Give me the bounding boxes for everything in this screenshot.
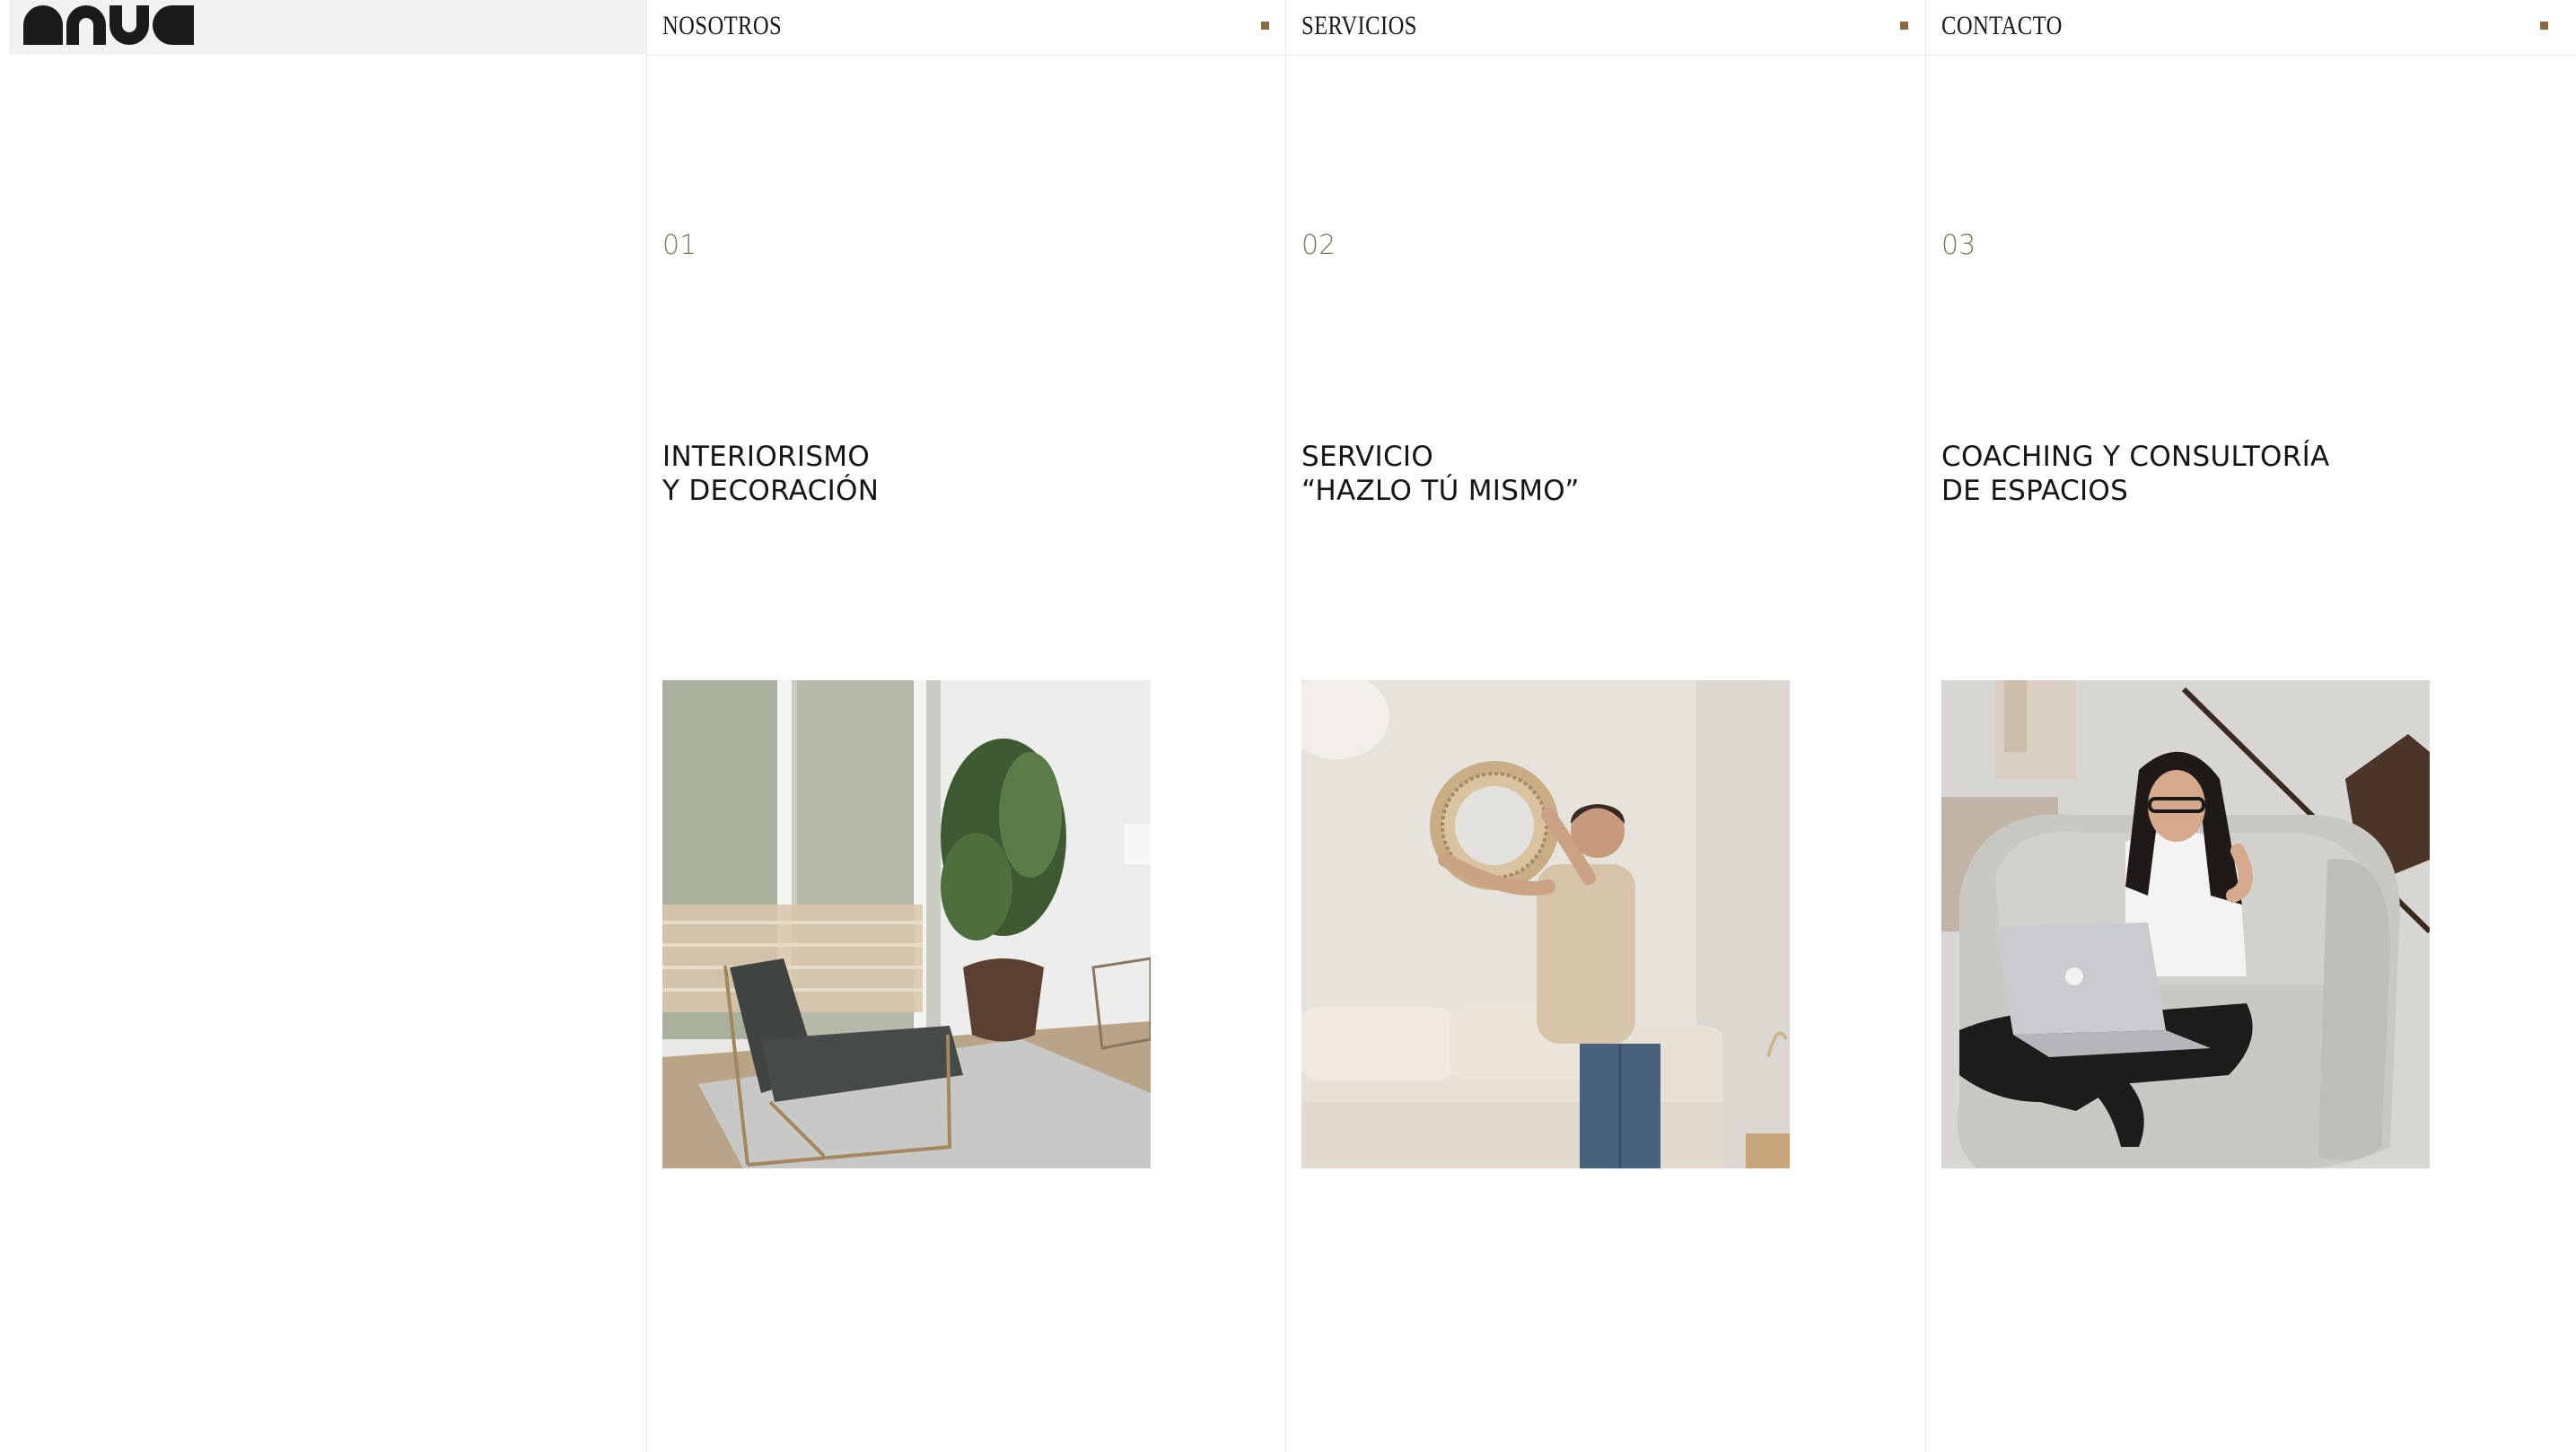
- service-card-hazlo-tu-mismo[interactable]: 02 SERVICIO “HAZLO TÚ MISMO”: [1285, 56, 1924, 1452]
- square-dot-icon: [1900, 22, 1908, 30]
- nav-item-contacto[interactable]: CONTACTO: [1925, 0, 2564, 55]
- service-number: 03: [1941, 230, 1976, 261]
- logo-area[interactable]: [9, 0, 646, 55]
- service-card-interiorismo[interactable]: 01 INTERIORISMO Y DECORACIÓN: [646, 56, 1285, 1452]
- service-title-line: INTERIORISMO: [662, 441, 871, 473]
- nav-label: CONTACTO: [1941, 11, 2063, 40]
- service-card-coaching[interactable]: 03 COACHING Y CONSULTORÍA DE ESPACIOS: [1925, 56, 2564, 1452]
- living-room-armchair-photo[interactable]: [662, 680, 1151, 1168]
- anua-logo[interactable]: [23, 5, 194, 45]
- service-title-line: “HAZLO TÚ MISMO”: [1301, 475, 1580, 507]
- service-title: INTERIORISMO Y DECORACIÓN: [662, 440, 879, 508]
- service-number: 01: [662, 230, 697, 261]
- nav-label: SERVICIOS: [1301, 11, 1417, 40]
- man-hanging-mirror-photo[interactable]: [1301, 680, 1790, 1168]
- service-number: 02: [1301, 230, 1336, 261]
- service-title-line: DE ESPACIOS: [1941, 475, 2129, 507]
- service-title-line: COACHING Y CONSULTORÍA: [1941, 441, 2330, 473]
- nav-item-servicios[interactable]: SERVICIOS: [1285, 0, 1924, 55]
- woman-laptop-photo[interactable]: [1941, 680, 2430, 1168]
- nav-label: NOSOTROS: [662, 11, 783, 40]
- square-dot-icon: [1261, 22, 1269, 30]
- service-title-line: Y DECORACIÓN: [662, 475, 880, 507]
- service-title: SERVICIO “HAZLO TÚ MISMO”: [1301, 440, 1580, 508]
- service-title-line: SERVICIO: [1301, 441, 1434, 473]
- nav-item-nosotros[interactable]: NOSOTROS: [646, 0, 1285, 55]
- service-title: COACHING Y CONSULTORÍA DE ESPACIOS: [1941, 440, 2330, 508]
- square-dot-icon: [2540, 22, 2548, 30]
